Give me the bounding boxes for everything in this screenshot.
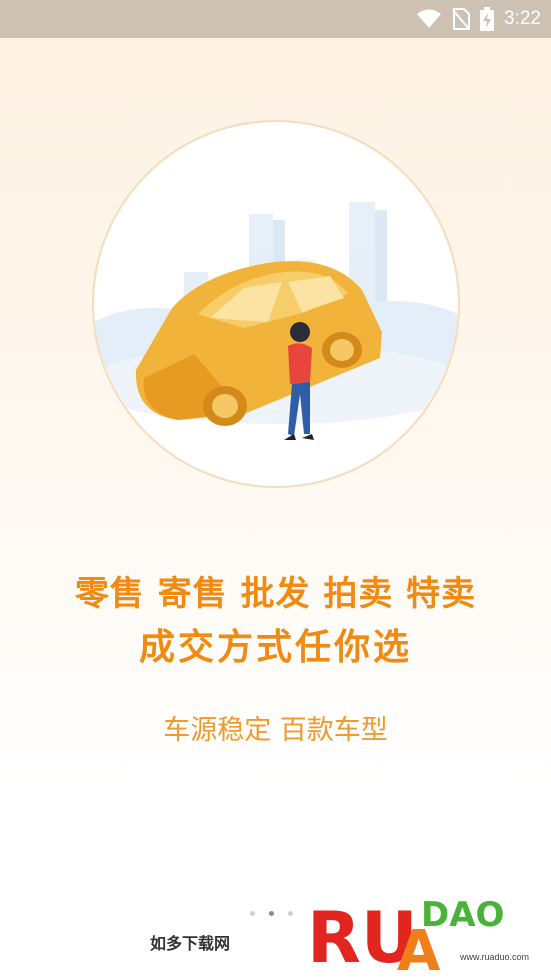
watermark-url: www.ruaduo.com bbox=[460, 952, 530, 962]
svg-text:DAO: DAO bbox=[421, 895, 504, 935]
promo-subtitle: 车源稳定 百款车型 bbox=[163, 715, 388, 746]
page-dot bbox=[288, 911, 293, 916]
watermark-cn-text: 如多下载网 bbox=[150, 934, 231, 953]
no-sim-icon bbox=[452, 8, 471, 30]
status-icons: 3:22 bbox=[416, 0, 541, 38]
page-dot-active bbox=[269, 911, 274, 916]
battery-charging-icon bbox=[480, 7, 495, 31]
illustration-circle bbox=[92, 120, 460, 488]
page-indicator bbox=[250, 911, 293, 916]
status-time: 3:22 bbox=[504, 8, 541, 29]
promo-headline-line1: 零售 寄售 批发 拍卖 特卖 bbox=[74, 574, 477, 614]
status-bar: 3:22 bbox=[0, 0, 551, 38]
promo-headline-line2: 成交方式任你选 bbox=[138, 627, 412, 668]
wifi-icon bbox=[417, 9, 442, 28]
car-sale-illustration bbox=[94, 202, 458, 440]
page-dot bbox=[250, 911, 255, 916]
